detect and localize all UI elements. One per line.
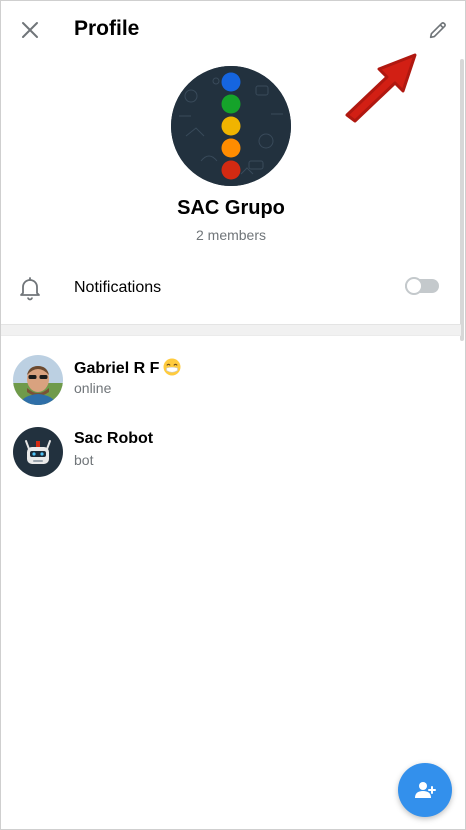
page-title: Profile — [74, 17, 140, 40]
group-avatar[interactable] — [171, 66, 291, 186]
member-row[interactable]: Sac Robot bot — [1, 421, 461, 485]
section-divider — [1, 324, 461, 336]
member-row[interactable]: Gabriel R F online — [1, 349, 461, 413]
annotation-arrow-icon — [345, 53, 417, 123]
add-member-icon — [415, 782, 436, 798]
add-member-button[interactable] — [398, 763, 452, 817]
member-status: bot — [74, 452, 94, 468]
group-members-count: 2 members — [195, 227, 267, 243]
notifications-label: Notifications — [74, 279, 162, 296]
close-button[interactable] — [15, 15, 45, 45]
avatar-dot — [221, 160, 241, 180]
avatar — [13, 355, 63, 405]
profile-panel: Profile SAC Grupo 2 members Notification… — [0, 0, 466, 830]
avatar — [13, 427, 63, 477]
pencil-icon — [429, 22, 446, 39]
robot-avatar-icon — [13, 427, 63, 477]
notifications-row[interactable]: Notifications — [1, 265, 461, 311]
mask-face-emoji-icon — [163, 358, 181, 376]
group-avatar-image — [171, 66, 291, 186]
notifications-toggle[interactable] — [405, 277, 439, 295]
toggle-knob — [405, 277, 423, 295]
member-name: Sac Robot — [74, 430, 154, 447]
avatar-dot — [221, 72, 241, 92]
group-name: SAC Grupo — [177, 197, 285, 219]
bell-icon — [20, 277, 40, 301]
member-status: online — [74, 380, 112, 396]
person-photo-icon — [13, 355, 63, 405]
avatar-dot — [221, 138, 241, 158]
edit-button[interactable] — [423, 15, 453, 45]
avatar-dot — [221, 116, 241, 136]
close-icon — [22, 22, 38, 38]
member-name: Gabriel R F — [74, 358, 181, 378]
avatar-dot — [221, 94, 241, 114]
